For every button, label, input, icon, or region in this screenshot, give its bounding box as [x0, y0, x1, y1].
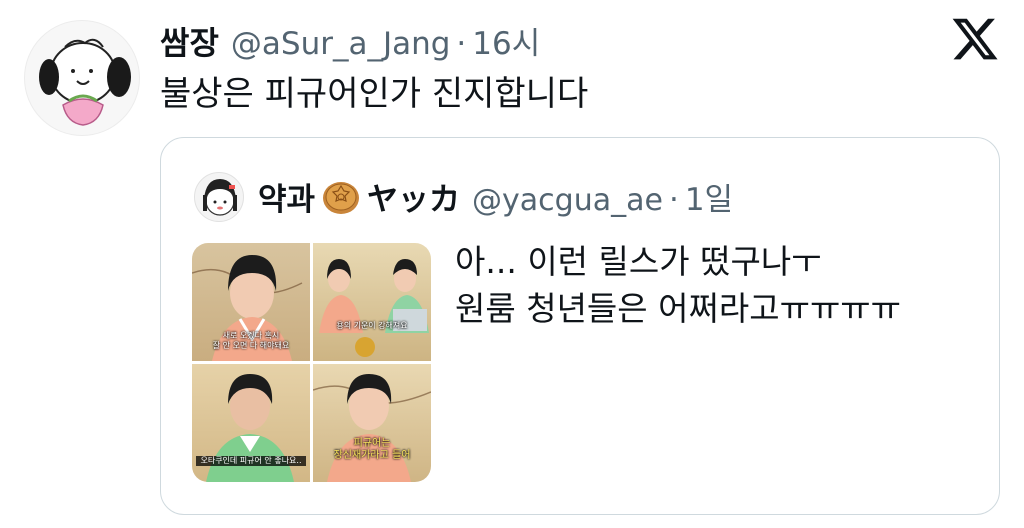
x-logo-icon[interactable]	[950, 14, 1000, 64]
media-caption-1: 새로 오겠다 혹시 잘 안 오면 다 해야돼요	[212, 331, 290, 350]
tweet-time[interactable]: 16시	[472, 18, 540, 63]
quote-author-name[interactable]: 약과 ヤッカ	[258, 174, 460, 219]
media-frame-3: 오타쿠인데 피규어 안 좋나요..	[192, 364, 310, 482]
mooncake-emoji-icon	[321, 178, 361, 216]
media-frame-2: 용의 기운이 강해져요	[313, 243, 431, 361]
author-name[interactable]: 쌈장	[160, 18, 219, 64]
media-frame-1: 새로 오겠다 혹시 잘 안 오면 다 해야돼요	[192, 243, 310, 361]
avatar-icon	[203, 179, 237, 216]
author-handle[interactable]: @aSur_a_Jang	[231, 26, 451, 62]
quote-time[interactable]: 1일	[685, 174, 733, 219]
quote-author-name-suffix: ヤッカ	[367, 182, 461, 218]
media-caption-3: 오타쿠인데 피규어 안 좋나요..	[196, 456, 306, 466]
quote-text-line-2: 원룸 청년들은 어쩌라고ㅠㅠㅠㅠ	[455, 289, 902, 328]
media-caption-4: 피규어는 장신재가라고 들어	[333, 438, 411, 461]
quote-author-avatar[interactable]	[194, 172, 244, 222]
tweet-header: 쌈장 @aSur_a_Jang · 16시	[160, 18, 540, 64]
media-caption-2: 용의 기운이 강해져요	[336, 321, 408, 330]
media-frame-4: 피규어는 장신재가라고 들어	[313, 364, 431, 482]
quote-author-handle[interactable]: @yacgua_ae	[472, 183, 663, 218]
author-avatar[interactable]	[24, 20, 140, 136]
quote-text-line-1: 아... 이런 릴스가 떴구나ㅜ	[455, 242, 822, 281]
quote-author-name-prefix: 약과	[258, 182, 316, 218]
tweet-text: 불상은 피규어인가 진지합니다	[160, 74, 589, 114]
separator: ·	[456, 26, 467, 62]
quote-text: 아... 이런 릴스가 떴구나ㅜ 원룸 청년들은 어쩌라고ㅠㅠㅠㅠ	[455, 238, 901, 332]
quote-header: 약과 ヤッカ @yacgua_ae · 1일	[258, 174, 733, 219]
avatar-icon	[39, 38, 131, 126]
quote-media-thumbnail[interactable]: 새로 오겠다 혹시 잘 안 오면 다 해야돼요 용의 기운이 강해져요 오타쿠인…	[192, 243, 431, 482]
separator: ·	[668, 182, 679, 218]
